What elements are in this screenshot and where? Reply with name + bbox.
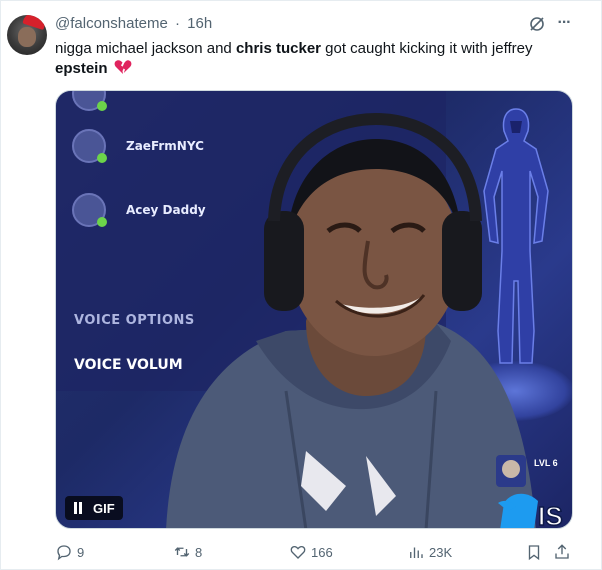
tweet-text-bold-1: chris tucker <box>235 40 321 57</box>
like-button[interactable]: 166 <box>289 542 333 562</box>
separator-dot: · <box>174 15 180 32</box>
repost-icon <box>174 547 190 557</box>
avatar[interactable] <box>7 15 47 55</box>
analytics-icon <box>410 547 423 558</box>
gif-control[interactable]: GIF <box>65 496 123 520</box>
tweet-actions: 9 8 166 23K <box>55 542 575 562</box>
tweet-card[interactable]: @falconshateme · 16h ··· nigga michael j… <box>0 0 602 570</box>
grok-icon[interactable] <box>529 16 545 32</box>
gif-media[interactable]: ZaeFrmNYC Acey Daddy VOICE OPTIONS VOICE… <box>55 90 573 529</box>
tweet-text-bold-2: epstein <box>55 60 108 77</box>
user-handle[interactable]: @falconshateme <box>55 15 168 32</box>
tweet-time[interactable]: 16h <box>187 15 212 32</box>
gif-label: GIF <box>93 500 115 516</box>
share-button[interactable] <box>553 542 575 562</box>
tweet-text-prefix: nigga michael jackson and <box>55 40 236 57</box>
tweet-header: @falconshateme · 16h <box>55 15 212 32</box>
like-count: 166 <box>311 544 333 560</box>
bookmark-button[interactable] <box>525 542 547 562</box>
badge-level-text: LVL 6 <box>534 458 558 468</box>
view-count: 23K <box>429 544 453 560</box>
broken-heart-icon <box>114 60 132 74</box>
bookmark-icon <box>528 545 540 561</box>
tweet-text-middle: got caught kicking it with jeffrey <box>321 40 533 57</box>
share-icon <box>555 544 569 559</box>
heart-icon <box>290 546 306 559</box>
streamer-logo-badge: IS LVL 6 <box>496 455 563 529</box>
more-options-icon[interactable]: ··· <box>554 13 574 33</box>
repost-count: 8 <box>195 544 203 560</box>
badge-logo-text: IS <box>538 501 563 529</box>
tweet-text: nigga michael jackson and chris tucker g… <box>55 39 585 79</box>
reply-count: 9 <box>77 544 85 560</box>
views-button[interactable]: 23K <box>407 542 452 562</box>
pause-icon[interactable] <box>73 502 83 514</box>
repost-button[interactable]: 8 <box>173 542 202 562</box>
avatar-face <box>18 27 36 47</box>
reply-button[interactable]: 9 <box>55 542 84 562</box>
reply-icon <box>57 545 71 561</box>
